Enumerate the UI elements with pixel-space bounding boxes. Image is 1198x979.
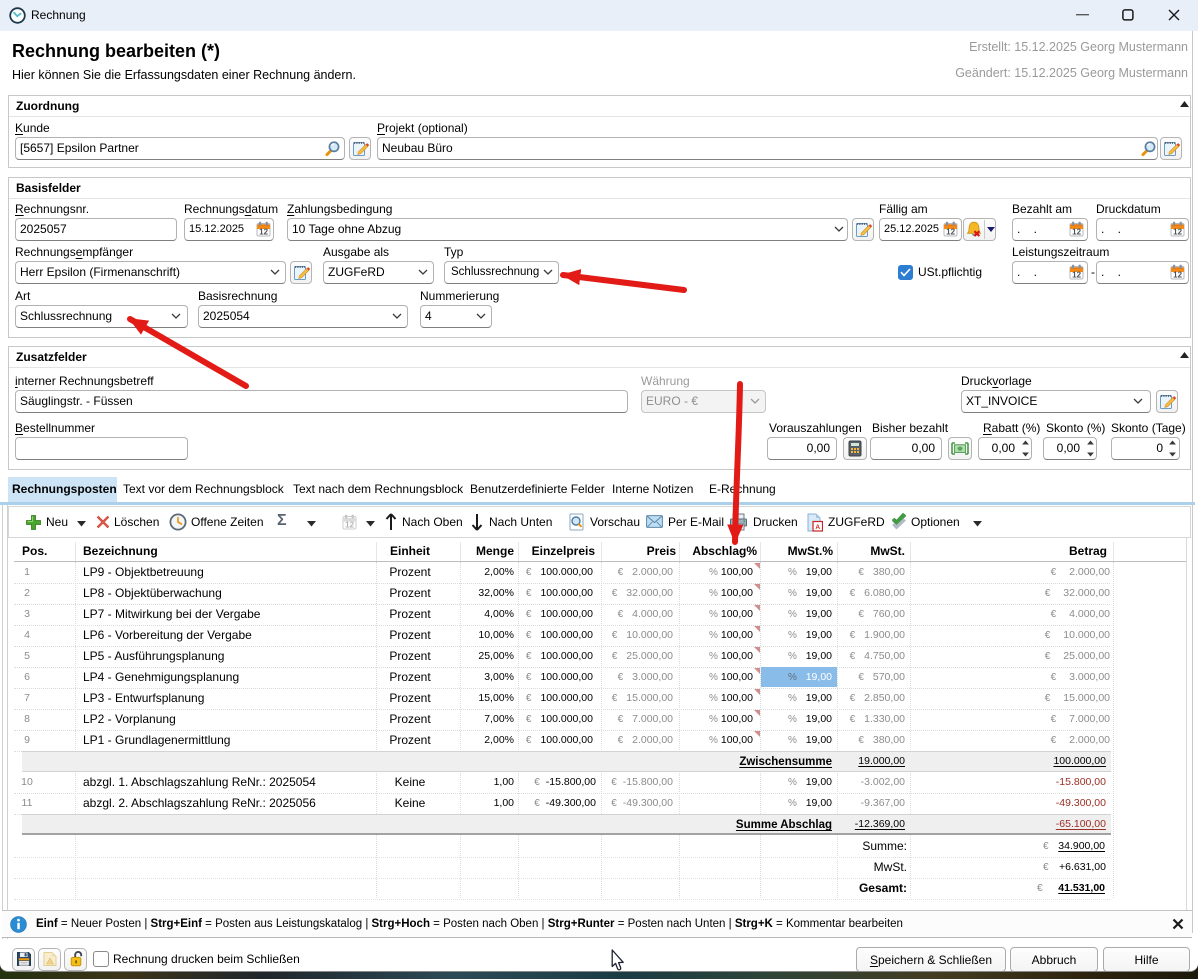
- svg-text:12: 12: [259, 228, 268, 237]
- svg-text:12: 12: [1072, 271, 1081, 280]
- svg-text:12: 12: [1173, 271, 1182, 280]
- svg-text:12: 12: [946, 228, 955, 237]
- svg-text:12: 12: [1173, 228, 1182, 237]
- svg-text:12: 12: [345, 520, 354, 529]
- svg-text:12: 12: [1072, 228, 1081, 237]
- svg-text:A: A: [815, 524, 820, 531]
